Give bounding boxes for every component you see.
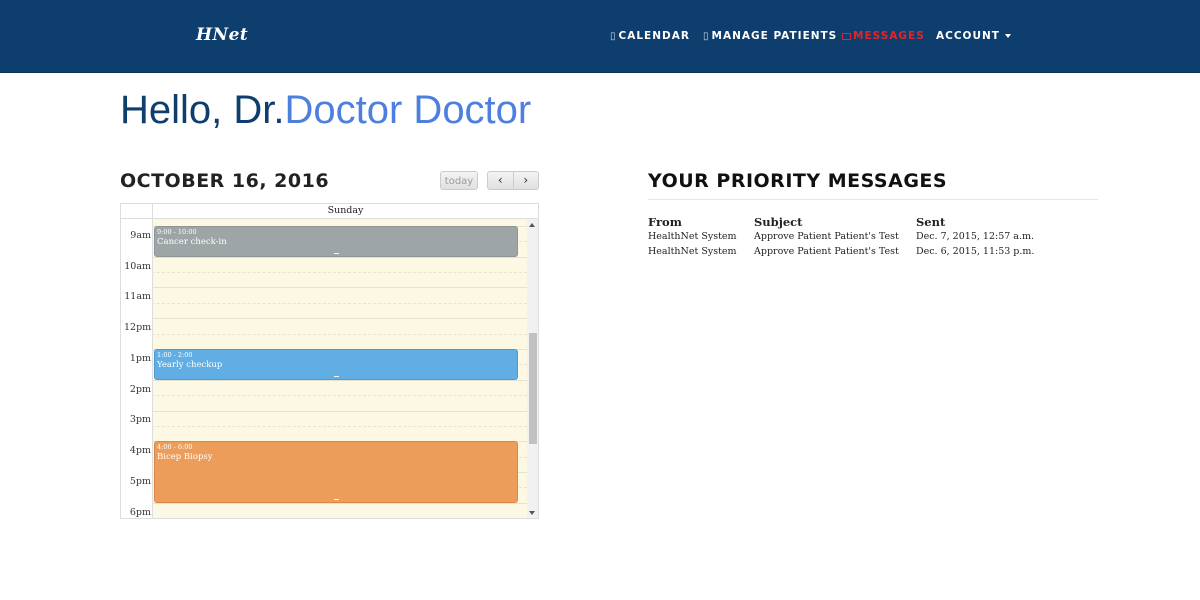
time-axis-header xyxy=(121,204,152,219)
calendar-event[interactable]: 9:00 - 10:00 Cancer check-in xyxy=(154,226,518,257)
today-button[interactable]: today xyxy=(440,171,478,190)
nav-account-dropdown[interactable]: ACCOUNT xyxy=(936,30,1011,42)
scroll-down-arrow-icon[interactable] xyxy=(529,511,535,515)
prev-button[interactable]: ‹ xyxy=(488,172,513,189)
priority-messages-title: YOUR PRIORITY MESSAGES xyxy=(648,170,948,192)
calendar-event[interactable]: 4:00 - 6:00 Bicep Biopsy xyxy=(154,441,518,503)
message-from: HealthNet System xyxy=(648,246,737,257)
column-header-from: From xyxy=(648,215,682,229)
hour-line xyxy=(152,411,527,412)
half-hour-line xyxy=(152,395,527,396)
nav-messages[interactable]: MESSAGES xyxy=(842,30,925,42)
brand-logo[interactable]: HNet xyxy=(196,25,248,45)
nav-account-label: ACCOUNT xyxy=(936,30,1000,42)
time-label: 10am xyxy=(124,261,151,272)
calendar-date-title: OCTOBER 16, 2016 xyxy=(120,170,330,192)
event-title: Bicep Biopsy xyxy=(157,452,213,462)
divider xyxy=(648,199,1098,200)
message-from: HealthNet System xyxy=(648,231,737,242)
scrollbar-thumb[interactable] xyxy=(529,333,537,444)
message-sent: Dec. 6, 2015, 11:53 p.m. xyxy=(916,246,1035,257)
nav-calendar[interactable]: ▯ CALENDAR xyxy=(610,30,690,42)
event-resize-handle[interactable] xyxy=(334,253,339,254)
nav-manage-patients-label: MANAGE PATIENTS xyxy=(711,30,838,42)
next-button[interactable]: › xyxy=(512,172,539,189)
time-label: 9am xyxy=(130,230,151,241)
nav-calendar-label: CALENDAR xyxy=(618,30,690,42)
time-label: 3pm xyxy=(129,414,151,425)
half-hour-line xyxy=(152,426,527,427)
time-label: 1pm xyxy=(129,353,151,364)
half-hour-line xyxy=(152,272,527,273)
navbar: HNet ▯ CALENDAR ▯ MANAGE PATIENTS MESSAG… xyxy=(0,0,1200,73)
calendar-time-grid[interactable]: 9am 10am 11am 12pm 1pm 2pm 3pm 4pm 5pm 6… xyxy=(121,219,538,518)
half-hour-line xyxy=(152,303,527,304)
nav-manage-patients[interactable]: ▯ MANAGE PATIENTS xyxy=(703,30,837,42)
time-label: 6pm xyxy=(129,507,151,518)
calendar-icon: ▯ xyxy=(610,30,617,42)
time-label: 11am xyxy=(124,291,151,302)
time-label: 12pm xyxy=(124,322,152,333)
calendar-nav-buttons: ‹ › xyxy=(487,171,539,190)
calendar-day-view: Sunday 9am 10am 11am 12pm 1pm 2pm 3pm 4p… xyxy=(120,203,539,519)
hour-line xyxy=(152,287,527,288)
event-time: 9:00 - 10:00 xyxy=(157,228,197,236)
calendar-scrollbar[interactable] xyxy=(527,219,538,518)
hour-line xyxy=(152,257,527,258)
patients-icon: ▯ xyxy=(703,30,710,42)
greeting-heading: Hello, Dr.Doctor Doctor xyxy=(120,88,531,133)
event-title: Yearly checkup xyxy=(157,360,223,370)
half-hour-line xyxy=(152,334,527,335)
greeting-prefix: Hello, Dr. xyxy=(120,88,285,132)
time-label: 2pm xyxy=(129,384,151,395)
message-subject[interactable]: Approve Patient Patient's Test xyxy=(754,246,899,257)
time-label: 5pm xyxy=(129,476,151,487)
event-time: 1:00 - 2:00 xyxy=(157,351,193,359)
message-sent: Dec. 7, 2015, 12:57 a.m. xyxy=(916,231,1035,242)
event-resize-handle[interactable] xyxy=(334,376,339,377)
event-time: 4:00 - 6:00 xyxy=(157,443,193,451)
hour-line xyxy=(152,318,527,319)
column-header-subject: Subject xyxy=(754,215,803,229)
event-resize-handle[interactable] xyxy=(334,499,339,500)
envelope-icon xyxy=(842,32,851,40)
caret-down-icon xyxy=(1004,34,1011,38)
day-column-header: Sunday xyxy=(152,204,538,219)
scroll-up-arrow-icon[interactable] xyxy=(529,223,535,227)
hour-line xyxy=(152,503,527,504)
time-label: 4pm xyxy=(129,445,151,456)
hour-line xyxy=(152,380,527,381)
nav-messages-label: MESSAGES xyxy=(853,30,925,42)
event-title: Cancer check-in xyxy=(157,237,227,247)
calendar-event[interactable]: 1:00 - 2:00 Yearly checkup xyxy=(154,349,518,380)
doctor-name: Doctor Doctor xyxy=(284,88,532,132)
column-header-sent: Sent xyxy=(916,215,946,229)
message-subject[interactable]: Approve Patient Patient's Test xyxy=(754,231,899,242)
